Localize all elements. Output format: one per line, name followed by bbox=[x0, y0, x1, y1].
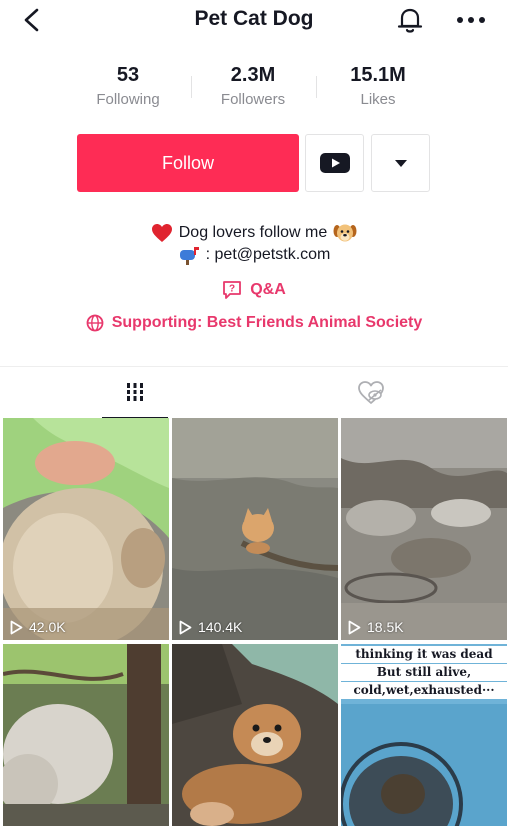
red-heart-emoji bbox=[151, 224, 172, 242]
back-button[interactable] bbox=[18, 6, 46, 34]
video-thumbnail-image bbox=[341, 418, 507, 640]
play-icon bbox=[348, 620, 361, 634]
play-icon bbox=[10, 620, 23, 634]
followers-label: Followers bbox=[220, 91, 286, 108]
caret-down-icon bbox=[394, 159, 407, 167]
suggested-accounts-dropdown-button[interactable] bbox=[371, 134, 430, 192]
video-thumbnail[interactable]: 42.0K bbox=[3, 418, 169, 640]
following-stat[interactable]: 53 Following bbox=[68, 62, 188, 111]
video-thumbnail[interactable] bbox=[3, 644, 169, 826]
likes-label: Likes bbox=[360, 91, 396, 108]
dog-face-emoji bbox=[333, 224, 357, 242]
globe-heart-icon bbox=[86, 314, 104, 332]
stat-divider bbox=[191, 76, 192, 98]
view-count-text: 42.0K bbox=[29, 619, 66, 635]
view-count-text: 18.5K bbox=[367, 619, 404, 635]
video-caption-line: But still alive, bbox=[341, 664, 507, 681]
bio-line-1: Dog lovers follow me bbox=[0, 222, 508, 244]
video-thumbnail[interactable]: thinking it was dead But still alive, co… bbox=[341, 644, 507, 826]
followers-count: 2.3M bbox=[230, 64, 276, 86]
heart-hidden-icon bbox=[358, 381, 384, 404]
video-caption-line: thinking it was dead bbox=[341, 646, 507, 663]
profile-title: Pet Cat Dog bbox=[194, 7, 314, 30]
play-icon bbox=[179, 620, 192, 634]
qa-icon: ? bbox=[223, 281, 242, 299]
following-count: 53 bbox=[116, 64, 140, 86]
view-count: 18.5K bbox=[348, 619, 404, 635]
qa-link[interactable]: ? Q&A bbox=[0, 280, 508, 300]
more-horizontal-icon bbox=[457, 17, 485, 23]
tab-videos[interactable] bbox=[102, 367, 168, 419]
more-options-button[interactable] bbox=[455, 6, 487, 34]
supporting-label: Supporting: Best Friends Animal Society bbox=[111, 314, 423, 331]
view-count: 42.0K bbox=[10, 619, 66, 635]
qa-label: Q&A bbox=[250, 281, 286, 298]
notification-bell-button[interactable] bbox=[396, 6, 424, 34]
bio-email: : pet@petstk.com bbox=[205, 246, 331, 263]
grid-icon bbox=[124, 383, 146, 401]
supporting-nonprofit-link[interactable]: Supporting: Best Friends Animal Society bbox=[0, 314, 508, 332]
video-thumbnail-image bbox=[172, 418, 338, 640]
followers-stat[interactable]: 2.3M Followers bbox=[193, 62, 313, 111]
video-thumbnail-image bbox=[3, 644, 169, 826]
likes-count: 15.1M bbox=[350, 64, 406, 86]
bio-text: Dog lovers follow me bbox=[178, 224, 328, 241]
stat-divider bbox=[316, 76, 317, 98]
profile-tabs bbox=[0, 366, 508, 419]
header-bar: Pet Cat Dog bbox=[0, 0, 508, 44]
video-grid: 42.0K 140.4K 18.5K thinking it was dead … bbox=[3, 418, 508, 826]
follow-button[interactable]: Follow bbox=[77, 134, 299, 192]
video-caption-line: cold,wet,exhausted··· bbox=[341, 682, 507, 699]
mailbox-emoji bbox=[179, 247, 199, 265]
video-thumbnail-image bbox=[3, 418, 169, 640]
youtube-icon bbox=[319, 153, 350, 173]
bio-line-2: : pet@petstk.com bbox=[0, 245, 508, 265]
profile-stats: 53 Following 2.3M Followers 15.1M Likes bbox=[0, 62, 508, 114]
likes-stat[interactable]: 15.1M Likes bbox=[318, 62, 438, 111]
video-thumbnail[interactable]: 18.5K bbox=[341, 418, 507, 640]
youtube-link-button[interactable] bbox=[305, 134, 364, 192]
view-count: 140.4K bbox=[179, 619, 242, 635]
view-count-text: 140.4K bbox=[198, 619, 243, 635]
video-thumbnail[interactable] bbox=[172, 644, 338, 826]
svg-text:?: ? bbox=[229, 284, 235, 295]
following-label: Following bbox=[96, 91, 160, 108]
bell-icon bbox=[397, 8, 423, 33]
video-thumbnail[interactable]: 140.4K bbox=[172, 418, 338, 640]
video-thumbnail-image bbox=[172, 644, 338, 826]
chevron-left-icon bbox=[24, 8, 39, 32]
tab-liked-videos[interactable] bbox=[338, 367, 404, 419]
